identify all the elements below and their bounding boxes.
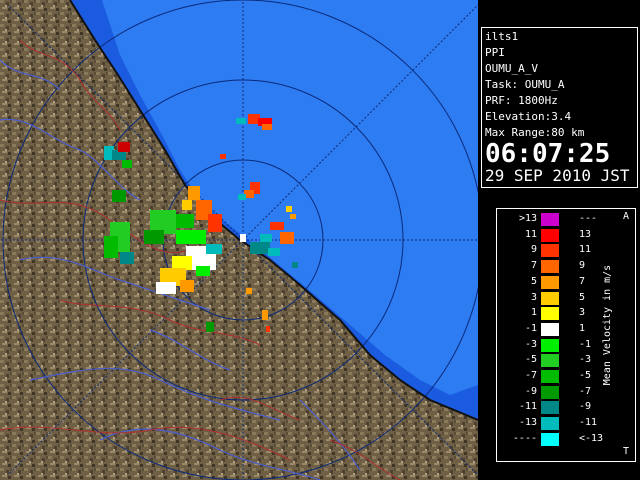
- velocity-legend: >13 --- 11 13 9 11 7 9 5 7 3 5 1 3 -1 1 -3 -1 -5 -3 -7 -5 -9 -7…: [496, 208, 636, 462]
- legend-color-swatch: [541, 260, 559, 274]
- info-panel: ilts1 PPI OUMU_A_V Task: OUMU_A PRF: 180…: [480, 0, 640, 192]
- legend-marker-top: A: [623, 211, 630, 222]
- legend-label-low: 5: [530, 275, 537, 287]
- legend-label-low: -3: [524, 338, 537, 350]
- legend-color-swatch: [541, 307, 559, 321]
- legend-color-swatch: [541, 275, 559, 289]
- radar-ppi-display[interactable]: [0, 0, 478, 480]
- legend-label-low: 7: [530, 260, 537, 272]
- legend-color-swatch: [541, 354, 559, 368]
- legend-label-low: 3: [530, 291, 537, 303]
- legend-panel: >13 --- 11 13 9 11 7 9 5 7 3 5 1 3 -1 1 -3 -1 -5 -3 -7 -5 -9 -7…: [480, 192, 640, 480]
- time-display: 06:07:25: [485, 139, 611, 169]
- legend-color-swatch: [541, 228, 559, 242]
- max-range-value: Max Range:80 km: [485, 126, 585, 139]
- legend-label-low: -5: [524, 354, 537, 366]
- legend-color-swatch: [541, 417, 559, 431]
- legend-label-low: 11: [524, 228, 537, 240]
- task-name: Task: OUMU_A: [485, 78, 565, 91]
- legend-color-swatch: [541, 432, 559, 446]
- legend-label-low: -7: [524, 370, 537, 381]
- legend-color-swatch: [541, 244, 559, 258]
- scan-type: PPI: [485, 46, 505, 59]
- station-name: ilts1: [485, 30, 519, 43]
- product-name: OUMU_A_V: [485, 62, 538, 75]
- legend-label-low: 9: [530, 244, 537, 256]
- legend-label-low: -13: [518, 417, 537, 429]
- legend-label-low: -9: [524, 385, 537, 397]
- legend-color-swatch: [541, 291, 559, 305]
- legend-marker-bottom: T: [623, 446, 630, 457]
- legend-color-swatch: [541, 370, 559, 383]
- legend-label-low: 1: [530, 307, 537, 319]
- legend-color-swatch: [541, 401, 559, 415]
- date-display: 29 SEP 2010 JST: [485, 166, 630, 185]
- legend-color-swatch: [541, 213, 559, 226]
- elevation-value: Elevation:3.4: [485, 110, 572, 123]
- legend-title: Mean Velocity in m/s: [602, 264, 613, 386]
- legend-label-low: ----: [512, 432, 537, 444]
- legend-label-low: >13: [518, 213, 537, 224]
- legend-color-swatch: [541, 322, 559, 336]
- legend-color-swatch: [541, 338, 559, 352]
- info-box: ilts1 PPI OUMU_A_V Task: OUMU_A PRF: 180…: [481, 27, 638, 188]
- legend-label-low: -1: [524, 322, 537, 334]
- legend-label-low: -11: [518, 401, 537, 413]
- legend-color-swatch: [541, 385, 559, 399]
- prf-value: PRF: 1800Hz: [485, 94, 558, 107]
